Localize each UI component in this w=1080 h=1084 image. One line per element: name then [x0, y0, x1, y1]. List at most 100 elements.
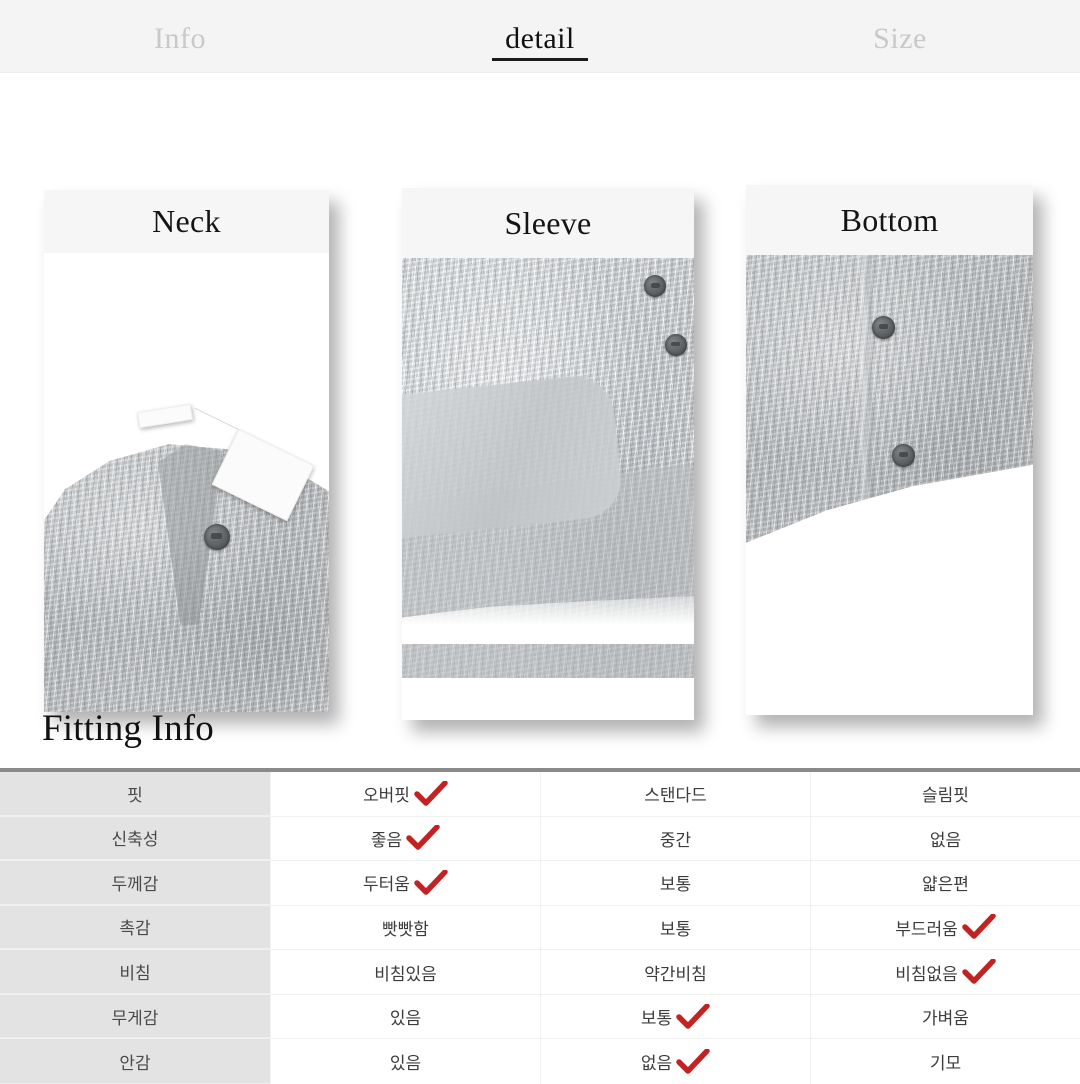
fitting-option-label: 슬림핏 [922, 786, 969, 806]
fitting-option-wrap: 얇은편 [922, 870, 969, 895]
fitting-option-wrap: 슬림핏 [922, 781, 969, 806]
cardigan-button [664, 333, 687, 356]
fitting-row-label: 핏 [0, 772, 270, 816]
fitting-option-cell[interactable]: 중간 [540, 816, 810, 861]
fitting-option-cell[interactable]: 오버핏 [270, 772, 540, 816]
fitting-option-cell[interactable]: 부드러움 [810, 905, 1080, 950]
fitting-option-label: 기모 [929, 1054, 962, 1074]
fitting-row-label: 두께감 [0, 861, 270, 905]
brand-label-tag [137, 403, 193, 429]
fitting-option-wrap: 있음 [390, 1049, 421, 1074]
table-row: 안감 있음 없음 기모 [0, 1039, 1080, 1084]
fitting-option-wrap: 없음 [930, 826, 961, 851]
fitting-option-cell[interactable]: 슬림핏 [810, 772, 1080, 816]
neck-photo [44, 350, 329, 712]
cardigan-button [892, 443, 916, 467]
fitting-option-label: 오버핏 [363, 786, 410, 806]
fitting-option-wrap: 부드러움 [895, 914, 996, 940]
fitting-option-cell[interactable]: 보통 [540, 905, 810, 950]
hangtag-string [194, 407, 242, 432]
checkmark-icon [676, 1003, 710, 1030]
fitting-option-label: 없음 [929, 830, 962, 850]
fitting-option-cell[interactable]: 보통 [540, 861, 810, 905]
fitting-option-label: 보통 [659, 919, 692, 939]
fitting-option-cell[interactable]: 빳빳함 [270, 905, 540, 950]
fitting-row-label: 비침 [0, 950, 270, 994]
fitting-option-cell[interactable]: 좋음 [270, 816, 540, 861]
fitting-row-label: 안감 [0, 1039, 270, 1084]
fitting-option-wrap: 없음 [640, 1048, 710, 1075]
fitting-option-label: 두터움 [363, 875, 410, 895]
checkmark-icon [962, 914, 996, 940]
table-row: 무게감 있음 보통 가벼움 [0, 994, 1080, 1040]
fitting-info-table: 핏 오버핏 스탠다드 슬림핏 신축성 좋음 중간 없음 두께감 두터움 보통 얇은편 촉감 빳빳함 보통 부드… [0, 768, 1080, 1084]
fitting-option-label: 있음 [389, 1009, 422, 1029]
fitting-option-label: 없음 [640, 1054, 673, 1074]
fitting-option-cell[interactable]: 비침없음 [810, 950, 1080, 994]
table-row: 촉감 빳빳함 보통 부드러움 [0, 905, 1080, 951]
fitting-option-cell[interactable]: 두터움 [270, 861, 540, 905]
fitting-option-cell[interactable]: 있음 [270, 1039, 540, 1084]
fitting-info-title: Fitting Info [42, 708, 214, 749]
sleeve-photo [402, 258, 694, 678]
tab-active-underline [492, 57, 588, 61]
tab-size-label: Size [873, 22, 927, 55]
fitting-option-wrap: 두터움 [363, 869, 448, 896]
sleeve-cuff [402, 372, 625, 539]
detail-panel-bottom[interactable]: Bottom [746, 185, 1033, 715]
fitting-option-label: 약간비침 [644, 964, 707, 984]
table-row: 두께감 두터움 보통 얇은편 [0, 861, 1080, 906]
fitting-option-cell[interactable]: 비침있음 [270, 950, 540, 994]
fitting-option-cell[interactable]: 가벼움 [810, 994, 1080, 1039]
tab-detail[interactable]: detail [360, 0, 720, 73]
table-row: 비침 비침있음 약간비침 비침없음 [0, 950, 1080, 995]
panel-neck-title: Neck [44, 190, 329, 253]
checkmark-icon [406, 825, 440, 851]
checkmark-icon [414, 780, 448, 807]
fitting-option-wrap: 빳빳함 [382, 915, 429, 940]
fitting-option-wrap: 가벼움 [922, 1004, 969, 1029]
detail-panel-neck[interactable]: Neck [44, 190, 329, 712]
fitting-option-label: 있음 [389, 1054, 422, 1074]
fitting-option-cell[interactable]: 약간비침 [540, 950, 810, 994]
fitting-option-wrap: 좋음 [371, 825, 440, 851]
fitting-option-wrap: 비침있음 [374, 960, 437, 985]
fitting-row-label: 촉감 [0, 905, 270, 950]
checkmark-icon [676, 1048, 710, 1075]
cardigan-button [203, 523, 230, 550]
fitting-option-label: 보통 [659, 875, 692, 895]
tab-info[interactable]: Info [0, 0, 360, 73]
detail-image-gallery: Neck Sleeve Bottom [0, 73, 1080, 720]
fitting-option-wrap: 보통 [660, 870, 691, 895]
detail-panel-sleeve[interactable]: Sleeve [402, 188, 694, 720]
fitting-option-cell[interactable]: 보통 [540, 994, 810, 1039]
cardigan-button [872, 315, 896, 339]
fitting-option-cell[interactable]: 얇은편 [810, 861, 1080, 905]
checkmark-icon [962, 959, 996, 985]
tab-info-label: Info [154, 22, 206, 55]
fitting-option-label: 좋음 [370, 830, 403, 850]
fitting-option-wrap: 기모 [930, 1049, 961, 1074]
cardigan-button [644, 274, 667, 297]
fitting-row-label: 신축성 [0, 816, 270, 861]
fitting-option-wrap: 오버핏 [363, 780, 448, 807]
fitting-option-label: 보통 [640, 1009, 673, 1029]
fitting-option-wrap: 보통 [640, 1003, 710, 1030]
fitting-option-cell[interactable]: 없음 [810, 816, 1080, 861]
fitting-option-wrap: 있음 [390, 1004, 421, 1029]
fitting-option-cell[interactable]: 스탠다드 [540, 772, 810, 816]
fitting-option-cell[interactable]: 기모 [810, 1039, 1080, 1084]
fitting-option-label: 비침없음 [895, 964, 958, 984]
fitting-option-label: 빳빳함 [382, 919, 429, 939]
tab-size[interactable]: Size [720, 0, 1080, 73]
fitting-option-label: 부드러움 [895, 919, 958, 939]
fitting-option-wrap: 중간 [660, 826, 691, 851]
fitting-option-label: 비침있음 [374, 964, 437, 984]
tab-bar: Info detail Size [0, 0, 1080, 73]
fitting-option-cell[interactable]: 없음 [540, 1039, 810, 1084]
fitting-option-label: 중간 [659, 830, 692, 850]
checkmark-icon [414, 869, 448, 896]
fitting-option-cell[interactable]: 있음 [270, 994, 540, 1039]
panel-bottom-title: Bottom [746, 185, 1033, 255]
fitting-option-label: 가벼움 [922, 1009, 969, 1029]
